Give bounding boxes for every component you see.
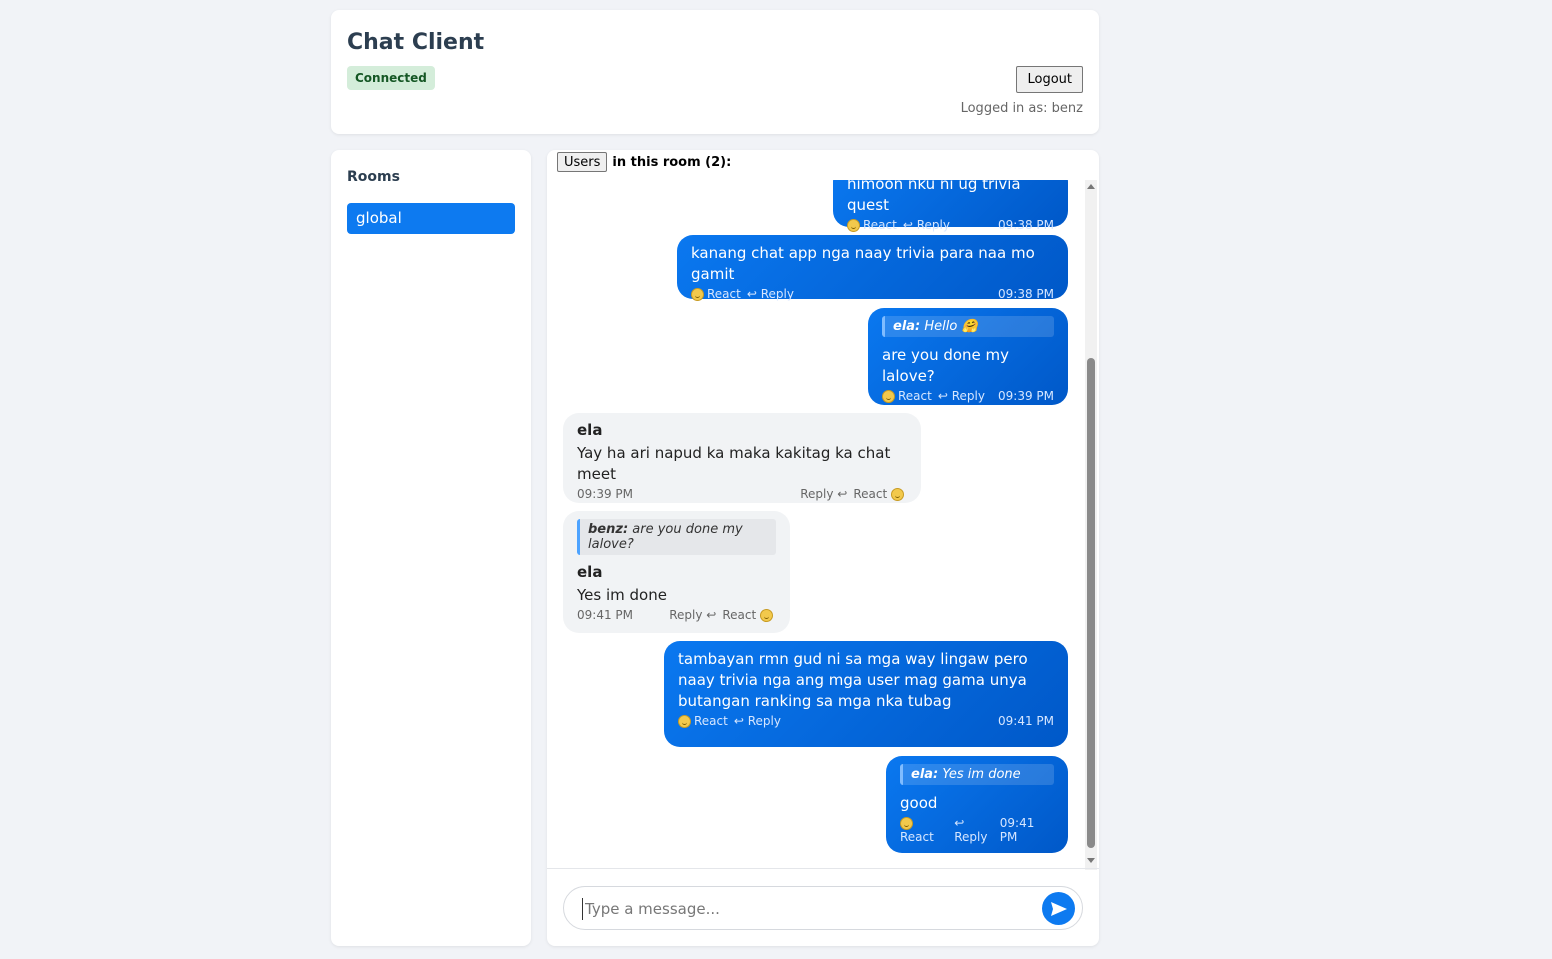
rooms-sidebar: Rooms global: [331, 150, 531, 946]
reply-button[interactable]: ↩ Reply: [734, 714, 781, 728]
message-text: himoon nku ni ug trivia quest: [847, 180, 1021, 214]
quote-text: Yes im done: [942, 767, 1021, 782]
message-sender: ela: [577, 563, 603, 581]
react-button[interactable]: React: [722, 608, 776, 622]
smiley-icon: [678, 715, 691, 728]
reply-button[interactable]: ↩ Reply: [938, 389, 985, 403]
header-card: Chat Client Connected Logout Logged in a…: [331, 10, 1099, 134]
quote-author: ela:: [893, 319, 921, 334]
message-list[interactable]: himoon nku ni ug trivia quest React ↩ Re…: [547, 180, 1082, 870]
message-time: 09:38 PM: [998, 218, 1054, 232]
message-received: ela Yay ha ari napud ka maka kakitag ka …: [563, 413, 921, 503]
message-text: tambayan rmn gud ni sa mga way lingaw pe…: [678, 650, 1028, 710]
reply-quote: ela: Hello 🤗: [882, 316, 1054, 337]
smiley-icon: [847, 219, 860, 232]
message-text: good: [900, 794, 938, 812]
users-bar: Users in this room (2):: [557, 152, 731, 172]
reply-button[interactable]: ↩ Reply: [747, 287, 794, 301]
react-button[interactable]: React: [678, 714, 728, 728]
message-time: 09:41 PM: [999, 816, 1035, 844]
react-button[interactable]: React: [853, 487, 907, 501]
message-meta: React ↩ Reply 09:39 PM: [882, 389, 1054, 403]
message-received: benz: are you done my lalove? ela Yes im…: [563, 511, 790, 633]
message-sent: ela: Hello 🤗 are you done my lalove? Rea…: [868, 308, 1068, 405]
message-sent: kanang chat app nga naay trivia para naa…: [677, 235, 1068, 301]
message-sent: ela: Yes im done good React ↩ Reply 09:4…: [886, 756, 1068, 853]
quote-author: ela:: [911, 767, 939, 782]
react-button[interactable]: React: [691, 287, 741, 301]
users-count-label: in this room (2):: [612, 154, 732, 170]
message-meta: 09:41 PM Reply ↩ React: [577, 608, 776, 622]
app-title: Chat Client: [347, 30, 485, 55]
scroll-up-arrow-icon[interactable]: [1087, 184, 1095, 189]
logout-button[interactable]: Logout: [1016, 66, 1083, 93]
reply-button[interactable]: Reply ↩: [800, 487, 847, 501]
users-button[interactable]: Users: [557, 152, 608, 172]
scroll-down-arrow-icon[interactable]: [1087, 858, 1095, 863]
message-composer: [563, 886, 1083, 930]
message-time: 09:39 PM: [998, 389, 1054, 403]
send-icon: [1050, 901, 1067, 916]
message-text: Yes im done: [577, 586, 667, 604]
message-time: 09:41 PM: [577, 608, 633, 622]
message-sent: tambayan rmn gud ni sa mga way lingaw pe…: [664, 641, 1068, 747]
message-meta: React ↩ Reply 09:38 PM: [691, 287, 1054, 301]
message-meta: React ↩ Reply 09:41 PM: [678, 714, 1054, 728]
message-sent: himoon nku ni ug trivia quest React ↩ Re…: [833, 180, 1068, 232]
room-item-global[interactable]: global: [347, 203, 515, 234]
reply-quote: benz: are you done my lalove?: [577, 519, 776, 555]
message-scrollbar[interactable]: [1085, 180, 1097, 870]
logged-in-user-text: Logged in as: benz: [960, 101, 1083, 116]
connection-status-badge: Connected: [347, 66, 435, 90]
message-meta: 09:39 PM Reply ↩ React: [577, 487, 907, 501]
quote-author: benz:: [588, 522, 629, 537]
smiley-icon: [882, 390, 895, 403]
message-time: 09:38 PM: [998, 287, 1054, 301]
reply-button[interactable]: ↩ Reply: [903, 218, 950, 232]
message-text: Yay ha ari napud ka maka kakitag ka chat…: [577, 444, 891, 483]
smiley-icon: [691, 288, 704, 301]
message-sender: ela: [577, 421, 603, 439]
composer-divider: [547, 868, 1099, 869]
rooms-title: Rooms: [347, 169, 400, 185]
react-button[interactable]: React: [900, 816, 948, 844]
reply-quote: ela: Yes im done: [900, 764, 1054, 785]
react-button[interactable]: React: [847, 218, 897, 232]
smiley-icon: [900, 817, 913, 830]
message-text: are you done my lalove?: [882, 346, 1010, 385]
react-button[interactable]: React: [882, 389, 932, 403]
message-time: 09:39 PM: [577, 487, 633, 501]
send-button[interactable]: [1042, 892, 1075, 925]
smiley-icon: [760, 609, 773, 622]
message-text: kanang chat app nga naay trivia para naa…: [691, 244, 1035, 283]
scrollbar-thumb[interactable]: [1087, 358, 1095, 848]
reply-button[interactable]: ↩ Reply: [954, 816, 1000, 844]
message-time: 09:41 PM: [998, 714, 1054, 728]
smiley-icon: [891, 488, 904, 501]
message-meta: React ↩ Reply 09:38 PM: [847, 218, 1054, 232]
chat-panel: Users in this room (2): himoon nku ni ug…: [547, 150, 1099, 946]
quote-text: Hello 🤗: [924, 319, 978, 334]
reply-button[interactable]: Reply ↩: [669, 608, 716, 622]
message-input[interactable]: [582, 898, 1022, 920]
message-meta: React ↩ Reply 09:41 PM: [900, 816, 1054, 844]
